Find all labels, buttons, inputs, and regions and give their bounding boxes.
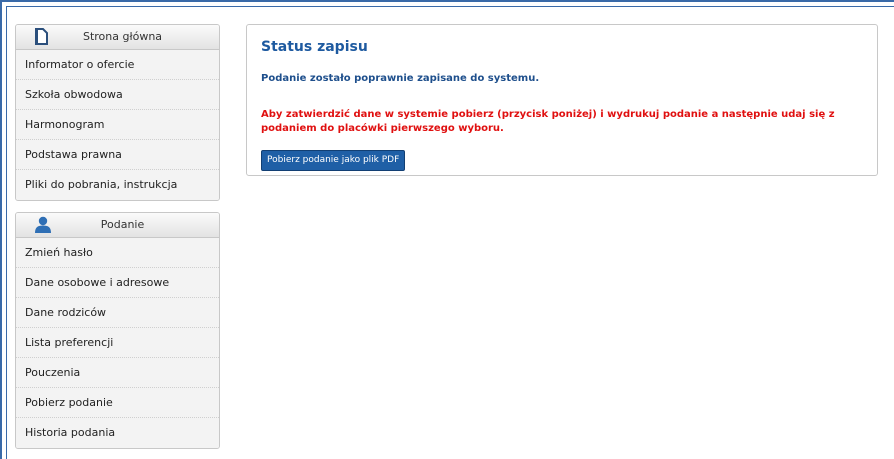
sidebar-main-menu: Strona główna Informator o ofercie Szkoł… [15, 24, 220, 201]
sidebar-item-dane-osobowe[interactable]: Dane osobowe i adresowe [16, 268, 219, 298]
sidebar-item-lista-preferencji[interactable]: Lista preferencji [16, 328, 219, 358]
sidebar-item-harmonogram[interactable]: Harmonogram [16, 110, 219, 140]
success-message: Podanie zostało poprawnie zapisane do sy… [261, 73, 540, 84]
warning-message: Aby zatwierdzić dane w systemie pobierz … [261, 109, 835, 134]
status-panel: Status zapisu Podanie zostało poprawnie … [246, 24, 878, 176]
sidebar-podanie-header[interactable]: Podanie [16, 213, 219, 238]
page-title: Status zapisu [261, 39, 368, 55]
sidebar-podanie-menu: Podanie Zmień hasło Dane osobowe i adres… [15, 212, 220, 449]
sidebar-item-pobierz-podanie[interactable]: Pobierz podanie [16, 388, 219, 418]
download-pdf-button[interactable]: Pobierz podanie jako plik PDF [261, 150, 406, 171]
sidebar-item-szkola-obwodowa[interactable]: Szkoła obwodowa [16, 80, 219, 110]
sidebar-podanie-title: Podanie [100, 218, 145, 231]
sidebar-item-pliki[interactable]: Pliki do pobrania, instrukcja [16, 170, 219, 200]
sidebar-item-dane-rodzicow[interactable]: Dane rodziców [16, 298, 219, 328]
sidebar-item-zmien-haslo[interactable]: Zmień hasło [16, 238, 219, 268]
sidebar-item-historia-podania[interactable]: Historia podania [16, 418, 219, 448]
sidebar-item-podstawa-prawna[interactable]: Podstawa prawna [16, 140, 219, 170]
sidebar-item-informator[interactable]: Informator o ofercie [16, 50, 219, 80]
sidebar-main-header[interactable]: Strona główna [16, 25, 219, 50]
sidebar-main-title: Strona główna [82, 30, 163, 43]
sidebar-item-pouczenia[interactable]: Pouczenia [16, 358, 219, 388]
